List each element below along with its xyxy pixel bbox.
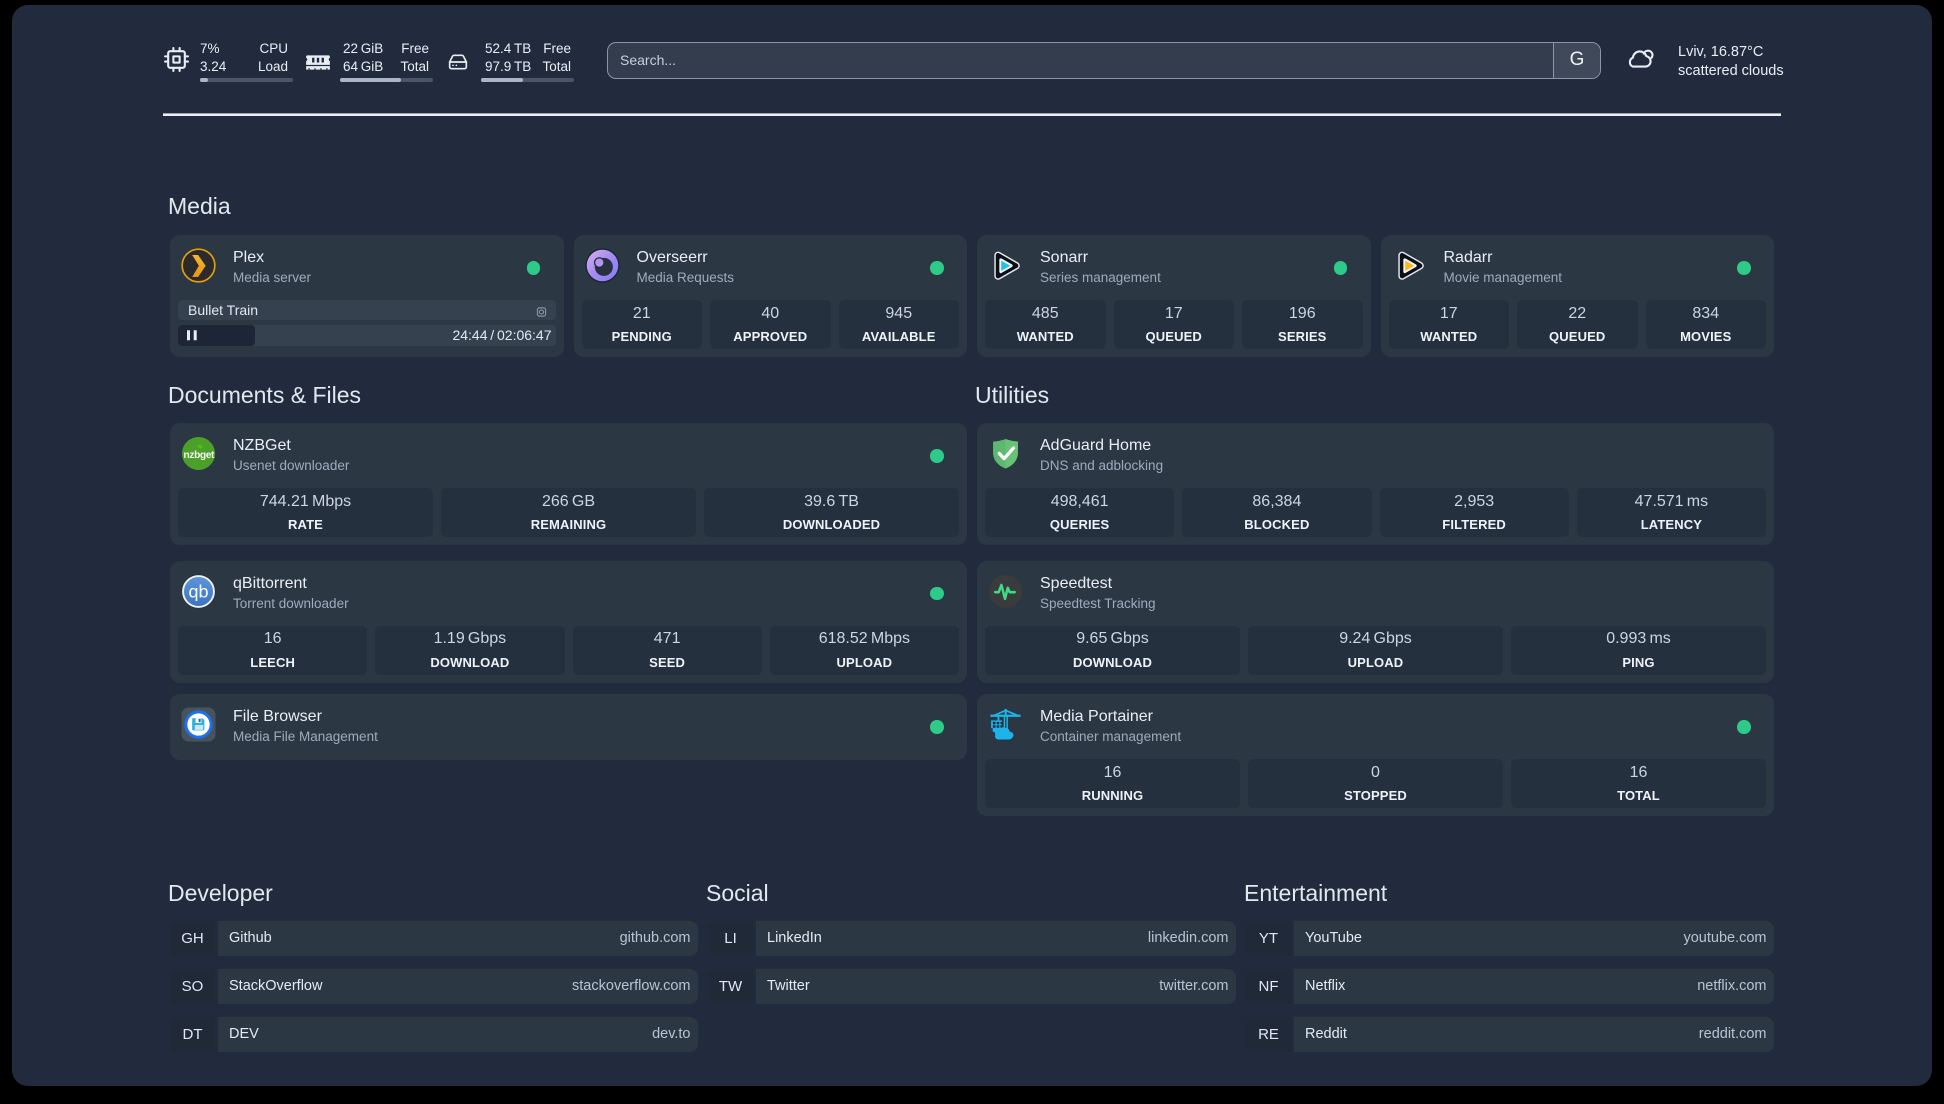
svg-text:qb: qb	[189, 581, 209, 601]
svg-text:nzbget: nzbget	[184, 450, 215, 461]
